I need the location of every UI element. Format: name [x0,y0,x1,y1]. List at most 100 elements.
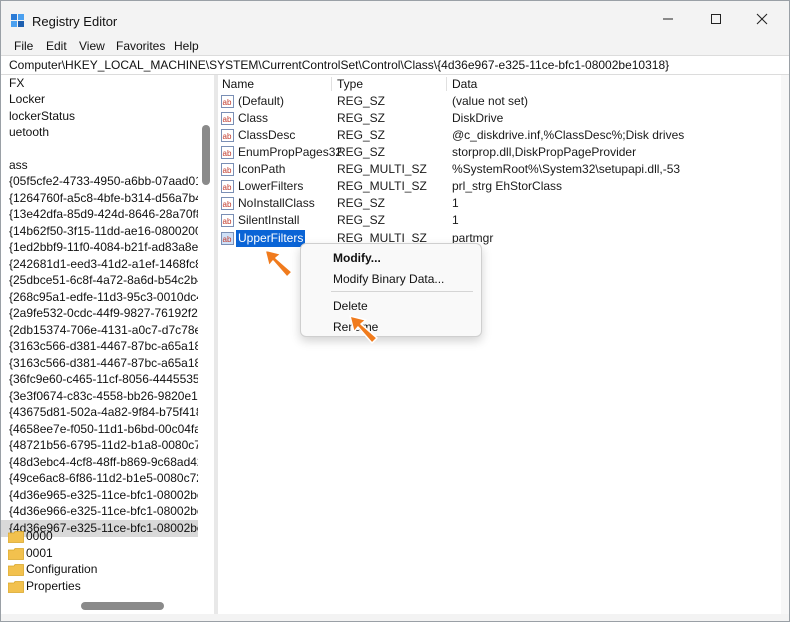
menu-help[interactable]: Help [174,39,199,53]
tree-folder-configuration[interactable]: Configuration [1,561,198,578]
tree-item[interactable]: {49ce6ac8-6f86-11d2-b1e5-0080c72 [1,470,203,487]
value-row[interactable]: ab ClassDesc REG_SZ @c_diskdrive.inf,%Cl… [218,127,781,144]
maximize-button[interactable] [693,1,739,37]
tree-folder-0000[interactable]: 0000 [1,528,198,545]
tree-item-label: {13e42dfa-85d9-424d-8646-28a70f8 [9,207,203,221]
svg-text:ab: ab [223,98,232,107]
svg-text:ab: ab [223,132,232,141]
close-button[interactable] [739,1,785,37]
tree-item[interactable]: {05f5cfe2-4733-4950-a6bb-07aad01a [1,173,209,190]
values-vertical-scrollbar[interactable] [781,75,789,614]
tree-item[interactable]: uetooth [1,124,198,141]
svg-text:ab: ab [223,166,232,175]
string-value-icon: ab [221,112,234,125]
value-type: REG_MULTI_SZ [337,179,427,193]
context-menu-delete[interactable]: Delete [333,299,368,313]
tree-item[interactable]: lockerStatus [1,108,198,125]
menu-edit[interactable]: Edit [46,39,67,53]
string-value-icon: ab [221,197,234,210]
address-path[interactable]: Computer\HKEY_LOCAL_MACHINE\SYSTEM\Curre… [9,58,669,72]
tree-item[interactable]: {14b62f50-3f15-11dd-ae16-0800200 [1,223,202,240]
tree-item[interactable]: {13e42dfa-85d9-424d-8646-28a70f8 [1,206,203,223]
tree-folder-0001[interactable]: 0001 [1,545,198,562]
value-name: SilentInstall [238,213,300,227]
value-row[interactable]: ab Class REG_SZ DiskDrive [218,110,781,127]
column-divider[interactable] [446,77,447,91]
tree-item-label: {3163c566-d381-4467-87bc-a65a18d [9,339,208,353]
maximize-icon [711,14,721,24]
tree-item[interactable]: {2db15374-706e-4131-a0c7-d7c78eb [1,322,208,339]
menu-view[interactable]: View [79,39,105,53]
value-data: (value not set) [452,94,529,108]
value-data: DiskDrive [452,111,504,125]
tree-item-label: {49ce6ac8-6f86-11d2-b1e5-0080c72 [9,471,203,485]
address-bar[interactable]: Computer\HKEY_LOCAL_MACHINE\SYSTEM\Curre… [1,55,789,75]
value-row[interactable]: ab NoInstallClass REG_SZ 1 [218,195,781,212]
svg-text:ab: ab [223,217,232,226]
value-row[interactable]: ab LowerFilters REG_MULTI_SZ prl_strg Eh… [218,178,781,195]
tree-item-label: {36fc9e60-c465-11cf-8056-44455354 [9,372,207,386]
value-data: storprop.dll,DiskPropPageProvider [452,145,637,159]
menu-file[interactable]: File [14,39,33,53]
tree-item[interactable]: ass [1,157,198,174]
value-row[interactable]: ab (Default) REG_SZ (value not set) [218,93,781,110]
tree-item-label: Properties [26,579,81,593]
value-data: @c_diskdrive.inf,%ClassDesc%;Disk drives [452,128,685,142]
tree-item-label: {268c95a1-edfe-11d3-95c3-0010dc4 [9,290,203,304]
value-data: %SystemRoot%\System32\setupapi.dll,-53 [452,162,681,176]
context-menu-modify[interactable]: Modify... [333,251,381,265]
minimize-button[interactable] [645,1,691,37]
string-value-icon: ab [221,163,234,176]
tree-item[interactable]: {4d36e965-e325-11ce-bfc1-08002be [1,487,204,504]
tree-item[interactable]: {43675d81-502a-4a82-9f84-b75f418 [1,404,203,421]
values-list-pane[interactable]: Name Type Data ab (Default) REG_SZ (valu… [218,75,781,614]
svg-text:ab: ab [223,200,232,209]
string-value-icon: ab [221,95,234,108]
close-icon [756,13,768,25]
tree-item-label: 0001 [26,546,53,560]
pointer-arrow-icon [349,315,378,344]
tree-item[interactable]: {48721b56-6795-11d2-b1a8-0080c72 [1,437,208,454]
tree-item[interactable]: {268c95a1-edfe-11d3-95c3-0010dc4 [1,289,203,306]
menu-favorites[interactable]: Favorites [116,39,165,53]
tree-item-label: {48d3ebc4-4cf8-48ff-b869-9c68ad42 [9,455,204,469]
column-header-data[interactable]: Data [452,75,477,93]
tree-item-label: {2db15374-706e-4131-a0c7-d7c78eb [9,323,208,337]
tree-item[interactable]: {1264760f-a5c8-4bfe-b314-d56a7b44 [1,190,209,207]
tree-item-label: {1264760f-a5c8-4bfe-b314-d56a7b44 [9,191,209,205]
tree-item[interactable]: {242681d1-eed3-41d2-a1ef-1468fc8 [1,256,202,273]
tree-item[interactable]: {3e3f0674-c83c-4558-bb26-9820e1e [1,388,205,405]
value-data: 1 [452,213,459,227]
tree-item[interactable]: {48d3ebc4-4cf8-48ff-b869-9c68ad42 [1,454,204,471]
value-row[interactable]: ab SilentInstall REG_SZ 1 [218,212,781,229]
value-row[interactable]: ab IconPath REG_MULTI_SZ %SystemRoot%\Sy… [218,161,781,178]
tree-item[interactable]: {4658ee7e-f050-11d1-b6bd-00c04fa [1,421,201,438]
tree-item-label: 0000 [26,529,53,543]
tree-item[interactable]: {3163c566-d381-4467-87bc-a65a18d [1,338,208,355]
tree-horizontal-scroll-thumb[interactable] [81,602,164,610]
tree-item-label: {4d36e965-e325-11ce-bfc1-08002be [9,488,204,502]
menu-bar: File Edit View Favorites Help [1,37,789,55]
tree-item[interactable]: {1ed2bbf9-11f0-4084-b21f-ad83a8e6 [1,239,205,256]
column-header-type[interactable]: Type [337,75,363,93]
tree-item[interactable]: {3163c566-d381-4467-87bc-a65a18d [1,355,208,372]
context-menu-modify-binary[interactable]: Modify Binary Data... [333,272,444,286]
tree-item[interactable]: FX [1,75,198,92]
column-header-name[interactable]: Name [222,75,254,93]
tree-item-label: Locker [9,92,46,106]
tree-item[interactable]: Locker [1,91,198,108]
value-row[interactable]: ab EnumPropPages32 REG_SZ storprop.dll,D… [218,144,781,161]
value-type: REG_MULTI_SZ [337,162,427,176]
tree-item[interactable]: {4d36e966-e325-11ce-bfc1-08002be [1,503,204,520]
key-tree-pane[interactable]: FX Locker lockerStatus uetooth ass {05f5… [1,75,214,614]
tree-item-label: {4d36e966-e325-11ce-bfc1-08002be [9,504,204,518]
column-divider[interactable] [331,77,332,91]
tree-folder-properties[interactable]: Properties [1,578,198,595]
value-name: IconPath [238,162,286,176]
tree-item[interactable]: {36fc9e60-c465-11cf-8056-44455354 [1,371,206,388]
folder-icon [8,564,24,576]
tree-item[interactable]: {2a9fe532-0cdc-44f9-9827-76192f2c [1,305,204,322]
tree-item-label: {3163c566-d381-4467-87bc-a65a18d [9,356,208,370]
tree-item[interactable]: {25dbce51-6c8f-4a72-8a6d-b54c2b4 [1,272,204,289]
tree-vertical-scroll-thumb[interactable] [202,125,210,185]
